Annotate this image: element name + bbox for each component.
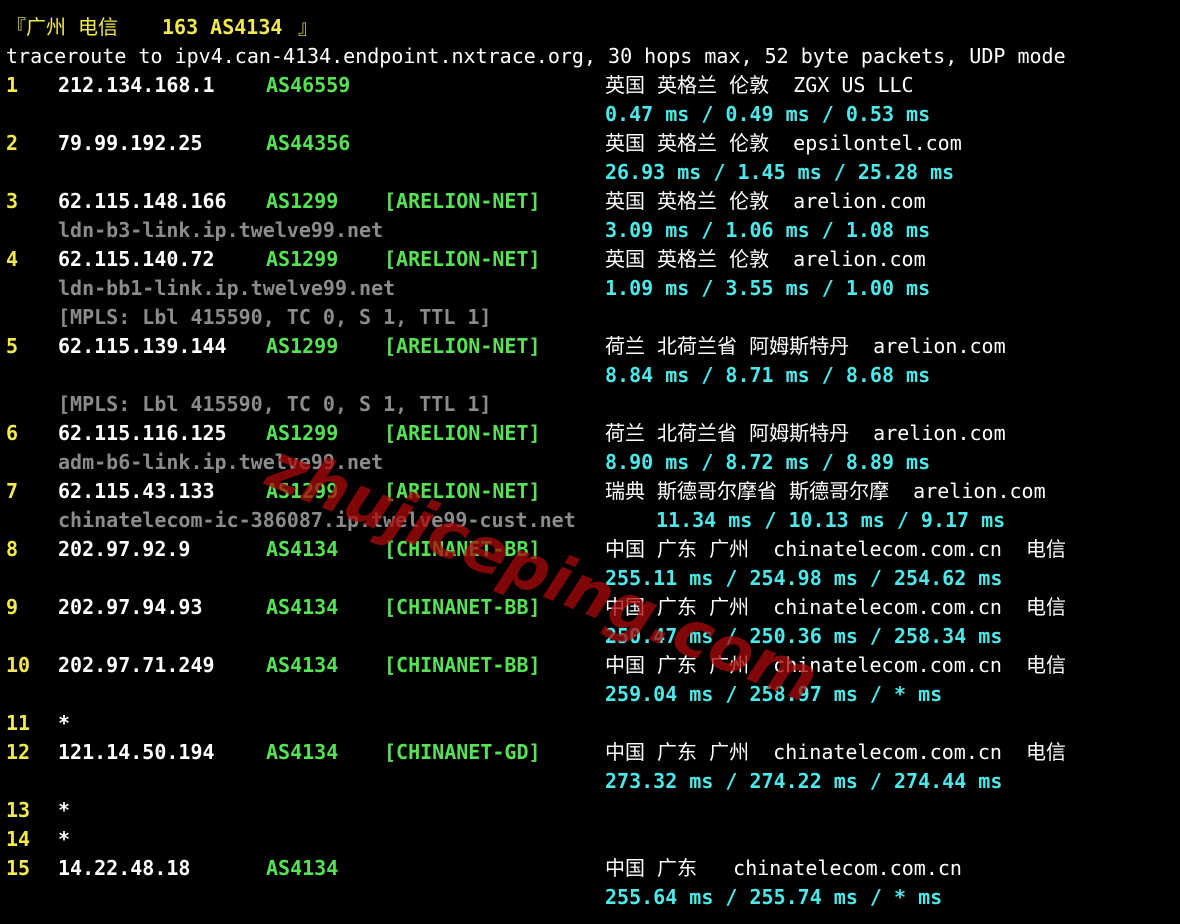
- hop-network: [CHINANET-BB]: [384, 653, 541, 677]
- hop-asn: AS4134: [266, 856, 339, 880]
- hop-ip: 62.115.116.125: [58, 421, 227, 445]
- hop-number: 11: [6, 711, 31, 735]
- hop-rtt: 26.93 ms / 1.45 ms / 25.28 ms: [605, 160, 955, 184]
- hop-hostname: ldn-bb1-link.ip.twelve99.net: [58, 276, 396, 300]
- hop-ip: 202.97.71.249: [58, 653, 215, 677]
- hop-number: 14: [6, 827, 31, 851]
- hop-rtt: 8.90 ms / 8.72 ms / 8.89 ms: [605, 450, 931, 474]
- hop-asn: AS4134: [266, 653, 339, 677]
- hop-network: [CHINANET-BB]: [384, 537, 541, 561]
- hop-ip: 14.22.48.18: [58, 856, 191, 880]
- hop-ip: 62.115.148.166: [58, 189, 227, 213]
- hop-geo: 瑞典 斯德哥尔摩省 斯德哥尔摩 arelion.com: [605, 479, 1046, 503]
- hop-number: 1: [6, 73, 19, 97]
- hop-ip: 62.115.139.144: [58, 334, 227, 358]
- terminal-window: 『广州 电信 163 AS4134 』 traceroute to ipv4.c…: [0, 0, 1180, 924]
- hop-network: [ARELION-NET]: [384, 334, 541, 358]
- hop-ip: 202.97.94.93: [58, 595, 203, 619]
- hop-geo: 英国 英格兰 伦敦 epsilontel.com: [605, 131, 962, 155]
- hop-rtt: 1.09 ms / 3.55 ms / 1.00 ms: [605, 276, 931, 300]
- hop-asn: AS4134: [266, 595, 339, 619]
- hop-ip: *: [58, 711, 71, 735]
- hop-mpls: [MPLS: Lbl 415590, TC 0, S 1, TTL 1]: [58, 305, 492, 329]
- hop-ip: 79.99.192.25: [58, 131, 203, 155]
- hop-geo: 荷兰 北荷兰省 阿姆斯特丹 arelion.com: [605, 334, 1006, 358]
- hop-rtt: 11.34 ms / 10.13 ms / 9.17 ms: [656, 508, 1006, 532]
- hop-hostname: ldn-b3-link.ip.twelve99.net: [58, 218, 384, 242]
- hop-rtt: 273.32 ms / 274.22 ms / 274.44 ms: [605, 769, 1003, 793]
- hop-geo: 中国 广东 广州 chinatelecom.com.cn 电信: [605, 740, 1067, 764]
- hop-network: [CHINANET-BB]: [384, 595, 541, 619]
- hop-number: 5: [6, 334, 19, 358]
- hop-hostname: chinatelecom-ic-386087.ip.twelve99-cust.…: [58, 508, 576, 532]
- hop-geo: 荷兰 北荷兰省 阿姆斯特丹 arelion.com: [605, 421, 1006, 445]
- hop-ip: 62.115.43.133: [58, 479, 215, 503]
- trace-title-open: 『广州 电信: [6, 15, 131, 39]
- hop-geo: 中国 广东 广州 chinatelecom.com.cn 电信: [605, 537, 1067, 561]
- hop-asn: AS4134: [266, 537, 339, 561]
- hop-geo: 中国 广东 chinatelecom.com.cn: [605, 856, 962, 880]
- traceroute-command-line: traceroute to ipv4.can-4134.endpoint.nxt…: [0, 42, 1066, 71]
- hop-network: [ARELION-NET]: [384, 421, 541, 445]
- hop-geo: 英国 英格兰 伦敦 arelion.com: [605, 247, 926, 271]
- hop-hostname: adm-b6-link.ip.twelve99.net: [58, 450, 384, 474]
- hop-asn: AS1299: [266, 334, 339, 358]
- hop-ip: *: [58, 827, 71, 851]
- hop-ip: 121.14.50.194: [58, 740, 215, 764]
- trace-title: 『广州 电信 163 AS4134 』: [0, 13, 318, 42]
- hop-geo: 英国 英格兰 伦敦 arelion.com: [605, 189, 926, 213]
- hop-rtt: 259.04 ms / 258.97 ms / * ms: [605, 682, 943, 706]
- traceroute-info: traceroute to ipv4.can-4134.endpoint.nxt…: [6, 44, 1066, 68]
- hop-rtt: 8.84 ms / 8.71 ms / 8.68 ms: [605, 363, 931, 387]
- hop-number: 7: [6, 479, 19, 503]
- hop-network: [ARELION-NET]: [384, 247, 541, 271]
- hop-ip: 62.115.140.72: [58, 247, 215, 271]
- hop-ip: 212.134.168.1: [58, 73, 215, 97]
- trace-title-close: 』: [286, 15, 319, 39]
- hop-asn: AS1299: [266, 479, 339, 503]
- hop-rtt: 3.09 ms / 1.06 ms / 1.08 ms: [605, 218, 931, 242]
- hop-number: 4: [6, 247, 19, 271]
- hop-rtt: 255.11 ms / 254.98 ms / 254.62 ms: [605, 566, 1003, 590]
- hop-number: 9: [6, 595, 19, 619]
- hop-ip: 202.97.92.9: [58, 537, 191, 561]
- hop-network: [ARELION-NET]: [384, 479, 541, 503]
- hop-number: 13: [6, 798, 31, 822]
- hop-network: [CHINANET-GD]: [384, 740, 541, 764]
- hop-number: 8: [6, 537, 19, 561]
- hop-rtt: 0.47 ms / 0.49 ms / 0.53 ms: [605, 102, 931, 126]
- hop-asn: AS46559: [266, 73, 351, 97]
- hop-number: 12: [6, 740, 31, 764]
- hop-asn: AS1299: [266, 189, 339, 213]
- hop-number: 6: [6, 421, 19, 445]
- hop-asn: AS1299: [266, 421, 339, 445]
- hop-number: 15: [6, 856, 31, 880]
- hop-number: 10: [6, 653, 31, 677]
- hop-asn: AS4134: [266, 740, 339, 764]
- trace-title-target: 163 AS4134: [162, 15, 283, 39]
- hop-rtt: 250.47 ms / 250.36 ms / 258.34 ms: [605, 624, 1003, 648]
- hop-asn: AS44356: [266, 131, 351, 155]
- hop-mpls: [MPLS: Lbl 415590, TC 0, S 1, TTL 1]: [58, 392, 492, 416]
- hop-rtt: 255.64 ms / 255.74 ms / * ms: [605, 885, 943, 909]
- hop-geo: 中国 广东 广州 chinatelecom.com.cn 电信: [605, 653, 1067, 677]
- hop-geo: 中国 广东 广州 chinatelecom.com.cn 电信: [605, 595, 1067, 619]
- hop-network: [ARELION-NET]: [384, 189, 541, 213]
- hop-geo: 英国 英格兰 伦敦 ZGX US LLC: [605, 73, 914, 97]
- hop-asn: AS1299: [266, 247, 339, 271]
- hop-ip: *: [58, 798, 71, 822]
- hop-number: 3: [6, 189, 19, 213]
- hop-number: 2: [6, 131, 19, 155]
